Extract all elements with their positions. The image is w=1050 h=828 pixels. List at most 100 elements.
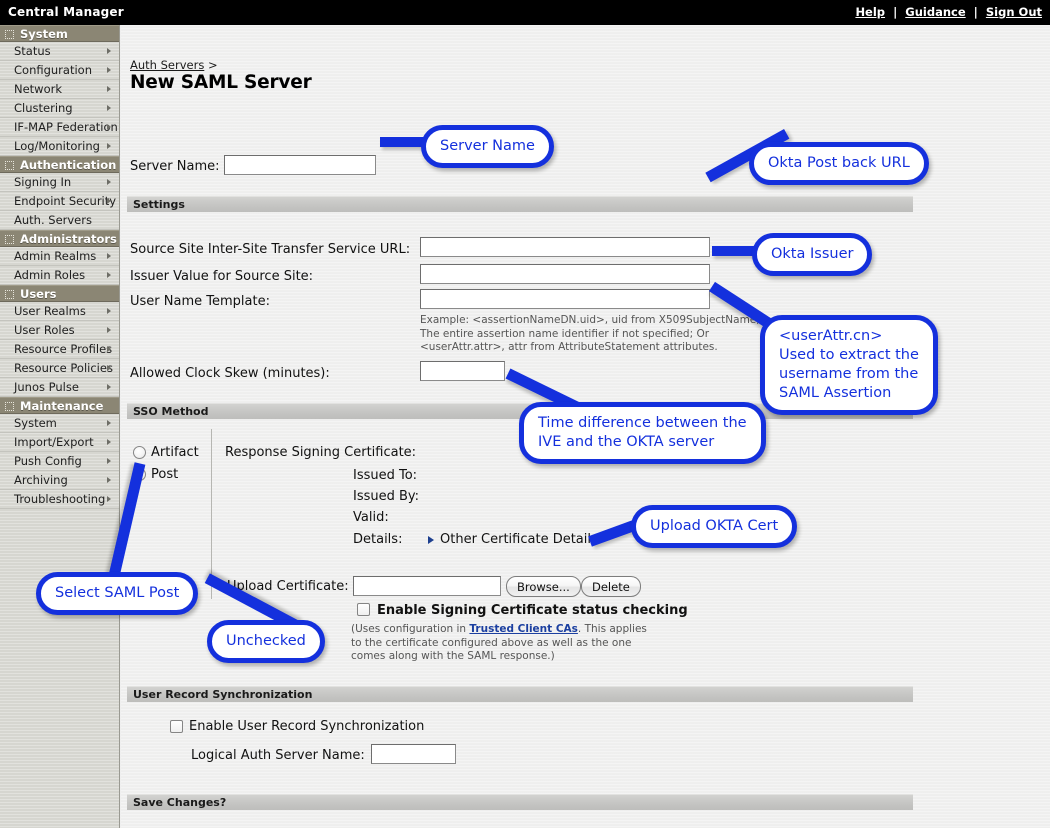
sidebar-item-clustering[interactable]: Clustering <box>0 99 119 118</box>
sidebar-item-admin-realms[interactable]: Admin Realms <box>0 247 119 266</box>
sidebar-group-authentication[interactable]: Authentication <box>0 156 119 173</box>
chevron-right-icon <box>107 346 111 352</box>
sidebar-item-label: System <box>14 416 57 430</box>
chevron-right-icon <box>107 198 111 204</box>
enable-signing-cert-status-checkbox[interactable] <box>357 603 370 616</box>
sidebar-group-administrators[interactable]: Administrators <box>0 230 119 247</box>
chevron-right-icon <box>107 124 111 130</box>
issuer-value-input[interactable] <box>420 264 710 284</box>
app-title: Central Manager <box>8 5 124 19</box>
signing-cert-note-line-3: comes along with the SAML response.) <box>351 650 751 664</box>
chevron-right-icon <box>107 477 111 483</box>
issued-by-label: Issued By: <box>353 489 419 504</box>
sidebar-item-resource-policies[interactable]: Resource Policies <box>0 359 119 378</box>
sidebar-item-resource-profiles[interactable]: Resource Profiles <box>0 340 119 359</box>
sidebar: SystemStatusConfigurationNetworkClusteri… <box>0 25 120 828</box>
page-title: New SAML Server <box>130 72 312 93</box>
radio-artifact[interactable] <box>133 446 146 459</box>
source-site-url-input[interactable] <box>420 237 710 257</box>
sidebar-item-admin-roles[interactable]: Admin Roles <box>0 266 119 285</box>
sidebar-item-archiving[interactable]: Archiving <box>0 471 119 490</box>
chevron-right-icon <box>107 67 111 73</box>
sidebar-group-label: Maintenance <box>20 399 103 413</box>
chevron-right-icon <box>107 143 111 149</box>
sidebar-group-label: Administrators <box>20 232 117 246</box>
logical-auth-server-input[interactable] <box>371 744 456 764</box>
sidebar-item-label: User Roles <box>14 323 75 337</box>
radio-artifact-label[interactable]: Artifact <box>151 445 199 460</box>
link-separator-1: | <box>889 5 901 19</box>
sidebar-item-configuration[interactable]: Configuration <box>0 61 119 80</box>
sidebar-group-system[interactable]: System <box>0 25 119 42</box>
topbar-links: Help | Guidance | Sign Out <box>855 5 1042 19</box>
clock-skew-input[interactable] <box>420 361 505 381</box>
sidebar-item-if-map-federation[interactable]: IF-MAP Federation <box>0 118 119 137</box>
annotation-select-saml-post: Select SAML Post <box>36 572 198 615</box>
guidance-link[interactable]: Guidance <box>905 5 965 19</box>
chevron-right-icon <box>107 48 111 54</box>
note-suffix: . This applies <box>578 623 647 635</box>
sidebar-item-endpoint-security[interactable]: Endpoint Security <box>0 192 119 211</box>
sidebar-item-network[interactable]: Network <box>0 80 119 99</box>
collapse-icon[interactable] <box>5 30 14 39</box>
sidebar-item-push-config[interactable]: Push Config <box>0 452 119 471</box>
sidebar-item-user-roles[interactable]: User Roles <box>0 321 119 340</box>
server-name-input[interactable] <box>224 155 376 175</box>
chevron-right-icon <box>107 439 111 445</box>
sidebar-item-label: Log/Monitoring <box>14 139 100 153</box>
sidebar-item-import-export[interactable]: Import/Export <box>0 433 119 452</box>
help-link[interactable]: Help <box>855 5 885 19</box>
sidebar-group-users[interactable]: Users <box>0 285 119 302</box>
logical-auth-server-label: Logical Auth Server Name: <box>191 748 365 763</box>
sidebar-item-log-monitoring[interactable]: Log/Monitoring <box>0 137 119 156</box>
upload-certificate-input[interactable] <box>353 576 501 596</box>
sidebar-item-auth-servers[interactable]: Auth. Servers <box>0 211 119 230</box>
user-name-template-label: User Name Template: <box>130 294 270 309</box>
chevron-right-icon <box>107 384 111 390</box>
user-name-template-input[interactable] <box>420 289 710 309</box>
signing-cert-note-line-1: (Uses configuration in Trusted Client CA… <box>351 623 751 637</box>
breadcrumb: Auth Servers > <box>130 58 218 72</box>
breadcrumb-auth-servers[interactable]: Auth Servers <box>130 58 204 72</box>
chevron-right-icon <box>107 179 111 185</box>
annotation-time-difference: Time difference between the IVE and the … <box>519 402 766 464</box>
collapse-icon[interactable] <box>5 290 14 299</box>
annotation-unchecked: Unchecked <box>207 620 325 663</box>
sidebar-group-maintenance[interactable]: Maintenance <box>0 397 119 414</box>
enable-signing-cert-status-label[interactable]: Enable Signing Certificate status checki… <box>377 603 688 618</box>
sidebar-item-status[interactable]: Status <box>0 42 119 61</box>
sidebar-item-signing-in[interactable]: Signing In <box>0 173 119 192</box>
other-certificate-details-link[interactable]: Other Certificate Details <box>440 532 598 547</box>
sidebar-item-label: Configuration <box>14 63 92 77</box>
breadcrumb-separator: > <box>208 58 218 72</box>
radio-post-label[interactable]: Post <box>151 467 178 482</box>
enable-user-record-sync-checkbox[interactable] <box>170 720 183 733</box>
sidebar-item-junos-pulse[interactable]: Junos Pulse <box>0 378 119 397</box>
collapse-icon[interactable] <box>5 235 14 244</box>
collapse-icon[interactable] <box>5 161 14 170</box>
delete-button[interactable]: Delete <box>581 576 641 597</box>
sidebar-item-user-realms[interactable]: User Realms <box>0 302 119 321</box>
sign-out-link[interactable]: Sign Out <box>986 5 1042 19</box>
link-separator-2: | <box>970 5 982 19</box>
source-site-url-label: Source Site Inter-Site Transfer Service … <box>130 242 410 257</box>
sidebar-item-troubleshooting[interactable]: Troubleshooting <box>0 490 119 509</box>
valid-label: Valid: <box>353 510 389 525</box>
sidebar-item-label: Import/Export <box>14 435 94 449</box>
sidebar-item-system[interactable]: System <box>0 414 119 433</box>
chevron-right-icon <box>107 253 111 259</box>
issued-to-label: Issued To: <box>353 468 417 483</box>
sidebar-item-label: User Realms <box>14 304 86 318</box>
trusted-client-cas-link[interactable]: Trusted Client CAs <box>469 623 577 635</box>
collapse-icon[interactable] <box>5 402 14 411</box>
sidebar-item-label: Junos Pulse <box>14 380 79 394</box>
sidebar-item-label: Endpoint Security <box>14 194 116 208</box>
chevron-right-icon <box>107 458 111 464</box>
sidebar-item-label: Resource Policies <box>14 361 113 375</box>
sidebar-group-label: System <box>20 27 68 41</box>
sidebar-item-label: Push Config <box>14 454 82 468</box>
chevron-right-icon[interactable] <box>428 536 434 544</box>
browse-button[interactable]: Browse... <box>506 576 581 597</box>
sidebar-item-label: Admin Realms <box>14 249 96 263</box>
enable-user-record-sync-label[interactable]: Enable User Record Synchronization <box>189 719 424 734</box>
